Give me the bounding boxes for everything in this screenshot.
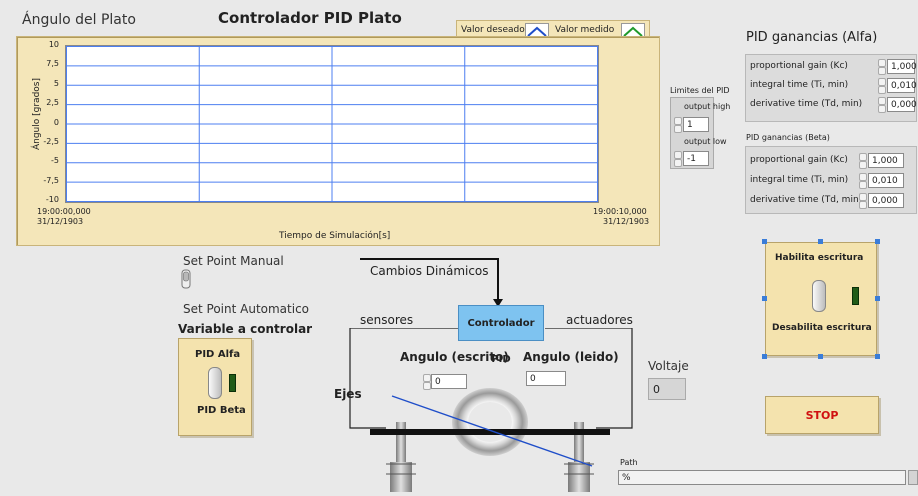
y-tick-label: 10 [48,40,59,49]
gains-beta-ti-spinner[interactable] [859,173,867,189]
variable-bottom-label: PID Beta [197,405,246,416]
x-tick-end-date: 31/12/1903 [603,217,650,226]
voltaje-label: Voltaje [648,359,689,373]
selection-handle [875,239,880,244]
y-tick-label: -7,5 [43,175,59,185]
x-axis-label: Tiempo de Simulación[s] [279,231,391,241]
stop-button[interactable]: STOP [765,396,879,434]
y-tick-label: 2,5 [46,98,59,108]
gains-alfa-ti-spinner[interactable] [878,78,886,94]
y-tick-label: -5 [51,156,59,166]
setpoint-manual-label: Set Point Manual [183,254,284,268]
gains-alfa-ti-label: integral time (Ti, min) [750,80,849,90]
pillar-left [396,422,406,462]
limits-low-input[interactable]: -1 [683,151,709,166]
variable-led-indicator [229,374,236,392]
x-tick-start-date: 31/12/1903 [37,217,84,226]
selection-handle [818,239,823,244]
setpoint-toggle[interactable] [181,269,191,289]
angulo-leido-label: Angulo (leido) [523,350,619,364]
path-label: Path [620,458,638,467]
gains-beta-ti-input[interactable]: 0,010 [868,173,904,188]
path-input[interactable]: % [618,470,906,485]
chart-panel: Ángulo [grados] 10 7,5 5 2,5 0 -2,5 -5 -7,5 -10 … [16,36,660,246]
write-enable-label: Habilita escritura [775,253,864,263]
gains-beta-panel: proportional gain (Kc) 1,000 integral ti… [745,146,917,214]
selection-handle [875,354,880,359]
gains-beta-title: PID ganancias (Beta) [746,133,830,142]
limits-high-label: output high [684,102,731,111]
limits-low-label: output low [684,137,727,146]
variable-top-label: PID Alfa [195,349,241,360]
setpoint-auto-label: Set Point Automatico [183,302,310,316]
gains-alfa-kc-label: proportional gain (Kc) [750,61,848,71]
gains-beta-td-input[interactable]: 0,000 [868,193,904,208]
gains-alfa-ti-input[interactable]: 0,010 [887,78,917,93]
gains-alfa-td-spinner[interactable] [878,97,886,113]
angulo-escrito-label: Angulo (escrito) [400,350,509,364]
selection-handle [818,354,823,359]
y-tick-label: 7,5 [46,59,59,69]
y-tick-label: 0 [53,117,59,127]
legend-entry-medido: Valor medido [555,25,615,35]
write-enable-switch[interactable]: Habilita escritura Desabilita escritura [765,242,877,356]
selection-handle [762,296,767,301]
chart-title: Controlador PID Plato [218,9,402,27]
gains-alfa-td-label: derivative time (Td, min) [750,99,863,109]
sensores-label: sensores [360,313,414,327]
limits-low-spinner[interactable] [674,151,682,167]
limits-high-input[interactable]: 1 [683,117,709,132]
gains-alfa-kc-spinner[interactable] [878,59,886,75]
gains-beta-kc-label: proportional gain (Kc) [750,155,848,165]
limits-title: Limites del PID [670,86,730,95]
selection-handle [762,354,767,359]
cambios-arrow [360,258,503,307]
gains-alfa-panel: proportional gain (Kc) 1,000 integral ti… [745,54,917,122]
x-tick-end-time: 19:00:10,000 [593,207,647,216]
gains-alfa-kc-input[interactable]: 1,000 [887,59,917,74]
gains-beta-td-label: derivative time (Td, min) [750,195,863,205]
plot-area [65,45,599,203]
write-disable-label: Desabilita escritura [772,323,872,333]
gains-beta-kc-spinner[interactable] [859,153,867,169]
x-tick-start-time: 19:00:00,000 [37,207,91,216]
gains-beta-td-spinner[interactable] [859,193,867,209]
y-tick-label: -10 [45,195,59,204]
variable-switch[interactable]: PID Alfa PID Beta [178,338,252,436]
limits-high-spinner[interactable] [674,117,682,133]
gains-alfa-td-input[interactable]: 0,000 [887,97,917,112]
gains-beta-ti-label: integral time (Ti, min) [750,175,849,185]
y-tick-label: -2,5 [43,136,59,146]
path-browse-button[interactable] [908,470,918,485]
write-led-indicator [852,287,859,305]
write-toggle-lever[interactable] [812,280,826,312]
variable-toggle-lever[interactable] [208,367,222,399]
selection-handle [875,296,880,301]
variable-title: Variable a controlar [178,322,313,336]
pillar-right [574,422,584,462]
limits-panel: output high 1 output low -1 [670,97,730,169]
selection-handle [762,239,767,244]
plate-illustration [370,388,610,492]
voltaje-display: 0 [648,378,686,400]
y-tick-label: 5 [53,78,59,88]
actuadores-label: actuadores [566,313,633,327]
legend-entry-deseado: Valor deseado [461,25,525,35]
ejes-label: Ejes [334,387,362,401]
gains-alfa-title: PID ganancias (Alfa) [746,30,878,45]
gains-beta-kc-input[interactable]: 1,000 [868,153,904,168]
chart-label: Ángulo del Plato [22,12,136,28]
